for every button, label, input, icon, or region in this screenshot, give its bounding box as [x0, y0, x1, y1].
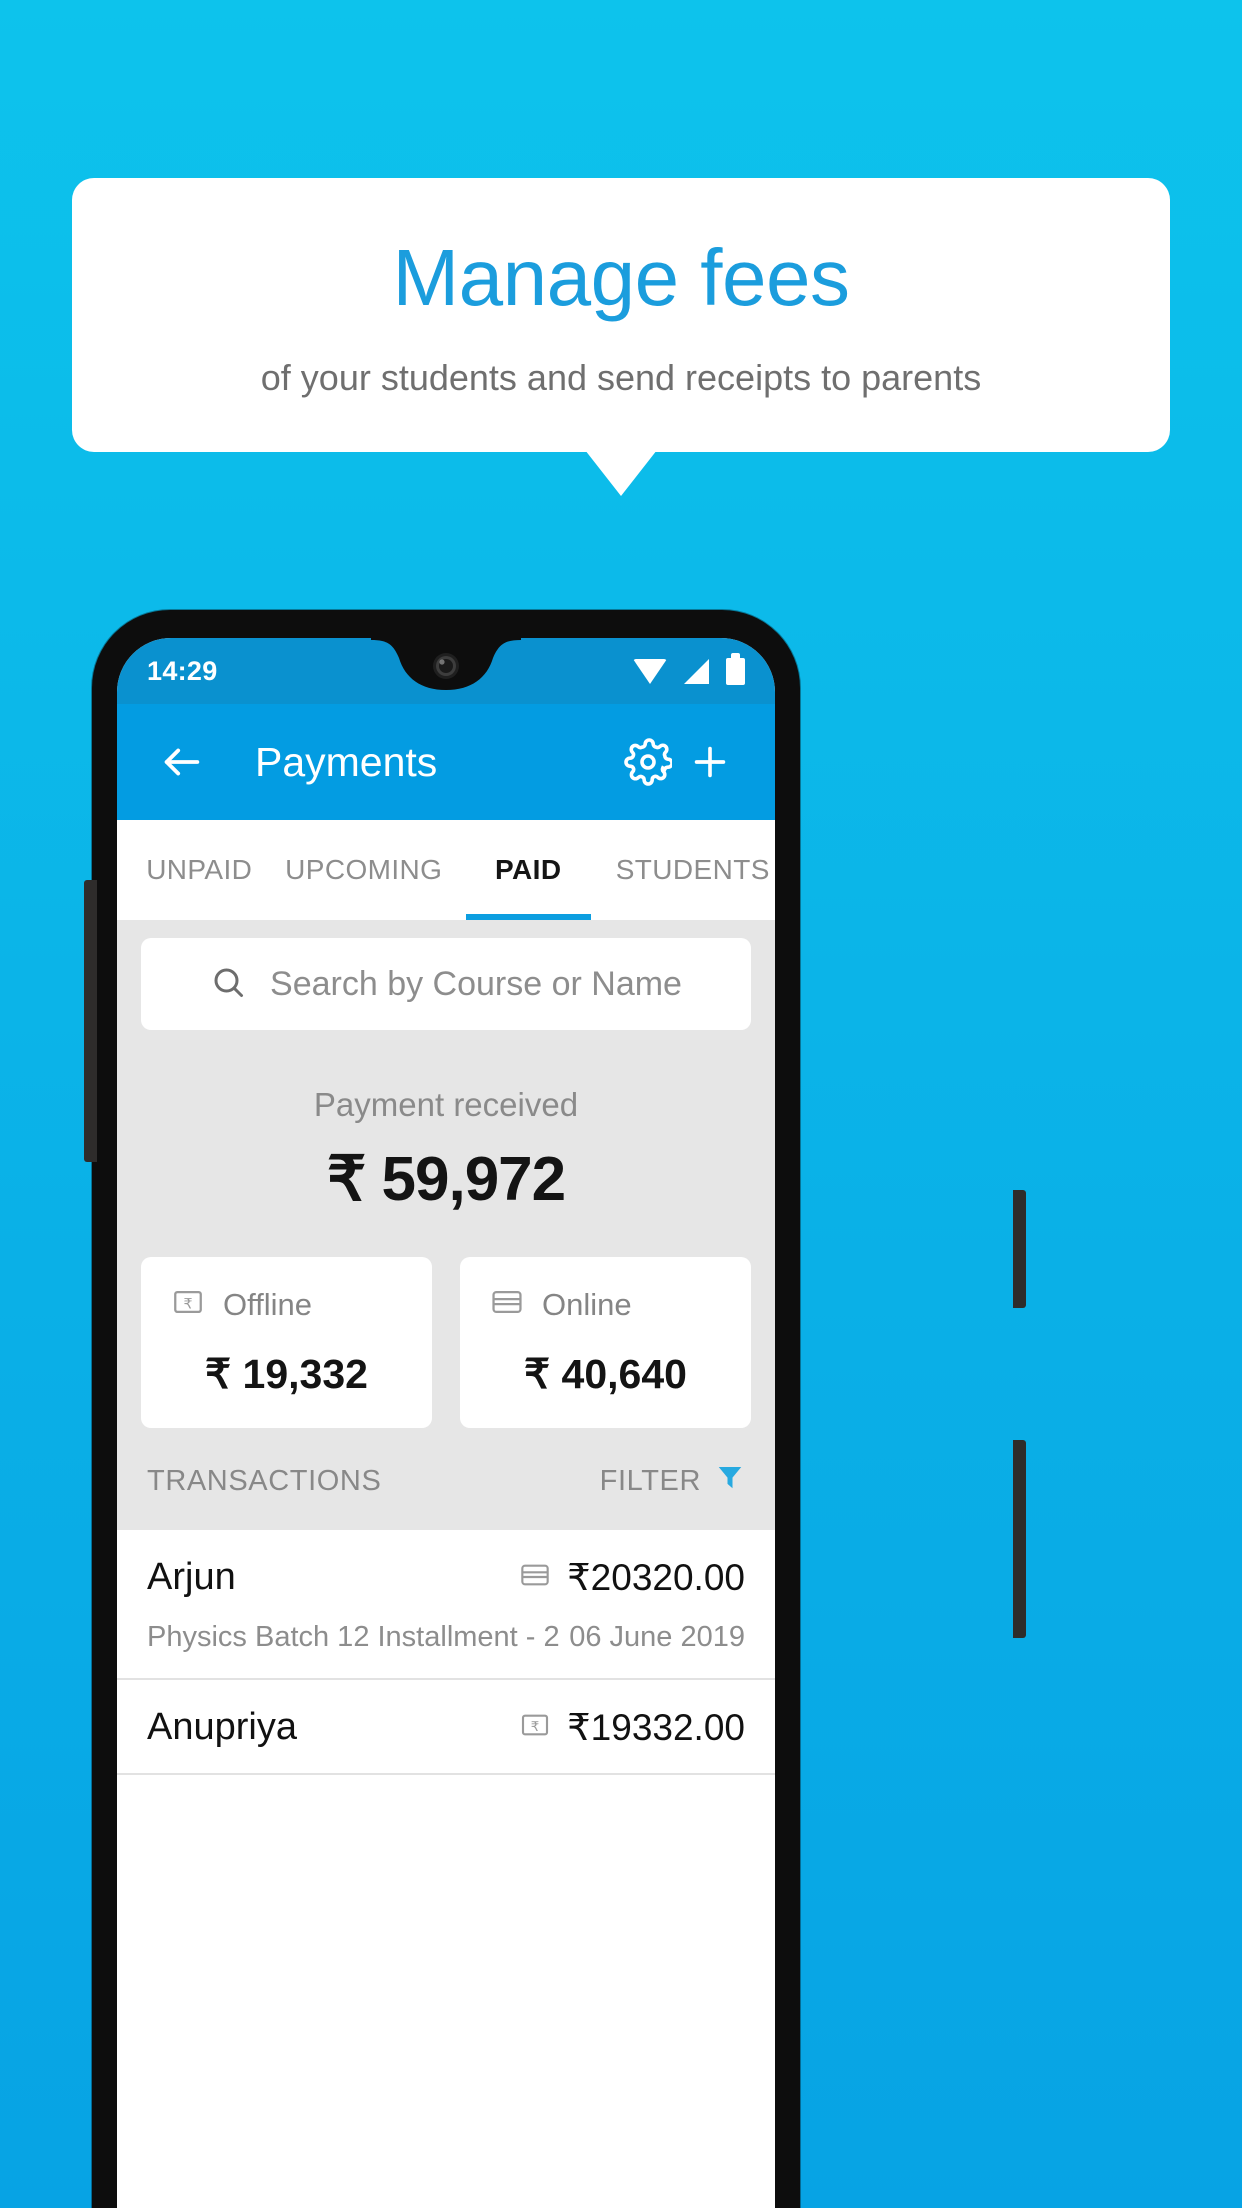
app-screen: 14:29 Payments UNPAID UPCOMING PAID STUD…	[117, 638, 775, 2208]
phone-power-button[interactable]	[1013, 1440, 1026, 1638]
credit-card-icon	[490, 1285, 524, 1324]
phone-device-frame: 14:29 Payments UNPAID UPCOMING PAID STUD…	[92, 610, 800, 2208]
transaction-row-secondary: Physics Batch 12 Installment - 2 06 June…	[147, 1621, 745, 1654]
online-card-header: Online	[490, 1285, 721, 1324]
battery-icon	[726, 652, 745, 685]
promo-card: Manage fees of your students and send re…	[72, 178, 1170, 496]
transaction-date: 06 June 2019	[569, 1621, 745, 1653]
offline-card-amount: ₹ 19,332	[205, 1351, 368, 1397]
transaction-name: Arjun	[147, 1556, 236, 1598]
phone-screen-bezel: 14:29 Payments UNPAID UPCOMING PAID STUD…	[117, 638, 775, 2208]
table-row[interactable]: Anupriya ₹ ₹19332.00	[117, 1680, 775, 1775]
phone-volume-button[interactable]	[1013, 1190, 1026, 1308]
app-bar: Payments	[117, 704, 775, 820]
transaction-description: Physics Batch 12 Installment - 2	[147, 1621, 560, 1653]
tab-students[interactable]: STUDENTS	[611, 820, 776, 920]
tab-upcoming[interactable]: UPCOMING	[282, 820, 447, 920]
transactions-header: TRANSACTIONS FILTER	[117, 1458, 775, 1530]
svg-text:₹: ₹	[531, 1720, 539, 1735]
promo-bubble-tail	[585, 449, 657, 496]
transactions-list: Arjun ₹20320.00 Physics Batch 12 Install…	[117, 1530, 775, 1775]
search-container: Search by Course or Name	[117, 920, 775, 1030]
transaction-row-primary: Anupriya ₹ ₹19332.00	[147, 1706, 745, 1749]
filter-button[interactable]: FILTER	[600, 1462, 745, 1500]
online-card-label: Online	[542, 1286, 632, 1322]
app-bar-title: Payments	[255, 738, 438, 785]
transaction-amount: ₹19332.00	[567, 1707, 745, 1748]
gear-icon[interactable]	[617, 731, 679, 793]
transaction-name: Anupriya	[147, 1706, 297, 1748]
tab-bar: UNPAID UPCOMING PAID STUDENTS	[117, 820, 775, 920]
svg-text:₹: ₹	[183, 1296, 192, 1312]
wifi-icon	[633, 658, 667, 684]
search-placeholder: Search by Course or Name	[270, 964, 682, 1003]
online-card-amount: ₹ 40,640	[524, 1351, 687, 1397]
table-row[interactable]: Arjun ₹20320.00 Physics Batch 12 Install…	[117, 1530, 775, 1680]
status-bar: 14:29	[117, 638, 775, 704]
transaction-amount: ₹20320.00	[567, 1557, 745, 1598]
tab-unpaid[interactable]: UNPAID	[117, 820, 282, 920]
transaction-row-primary: Arjun ₹20320.00	[147, 1556, 745, 1599]
status-bar-time: 14:29	[147, 655, 218, 686]
promo-title: Manage fees	[392, 233, 850, 322]
status-bar-icons	[633, 652, 745, 685]
phone-left-side-button[interactable]	[84, 880, 97, 1162]
transaction-amount-group: ₹ ₹19332.00	[519, 1706, 745, 1749]
funnel-icon	[715, 1462, 745, 1500]
transactions-title: TRANSACTIONS	[147, 1464, 382, 1497]
banknote-icon: ₹	[171, 1285, 205, 1324]
payment-summary: Payment received ₹ 59,972	[117, 1030, 775, 1235]
credit-card-icon	[519, 1559, 551, 1596]
plus-icon[interactable]	[679, 731, 741, 793]
payment-received-amount: ₹ 59,972	[326, 1145, 566, 1214]
online-card[interactable]: Online ₹ 40,640	[460, 1257, 751, 1428]
search-input[interactable]: Search by Course or Name	[141, 938, 751, 1030]
tab-paid[interactable]: PAID	[446, 820, 611, 920]
offline-card-label: Offline	[223, 1286, 313, 1322]
breakdown-cards: ₹ Offline ₹ 19,332 Online ₹ 40,640	[117, 1235, 775, 1458]
filter-label: FILTER	[599, 1464, 701, 1497]
banknote-icon: ₹	[519, 1709, 551, 1746]
promo-subtitle: of your students and send receipts to pa…	[260, 356, 982, 398]
transaction-amount-group: ₹20320.00	[519, 1556, 745, 1599]
signal-icon	[684, 658, 709, 684]
payment-received-label: Payment received	[313, 1086, 579, 1123]
content-area: Search by Course or Name Payment receive…	[117, 920, 775, 1775]
promo-banner: Manage fees of your students and send re…	[72, 178, 1170, 496]
search-icon	[210, 964, 246, 1005]
offline-card[interactable]: ₹ Offline ₹ 19,332	[141, 1257, 432, 1428]
back-arrow-icon[interactable]	[151, 731, 213, 793]
offline-card-header: ₹ Offline	[171, 1285, 402, 1324]
